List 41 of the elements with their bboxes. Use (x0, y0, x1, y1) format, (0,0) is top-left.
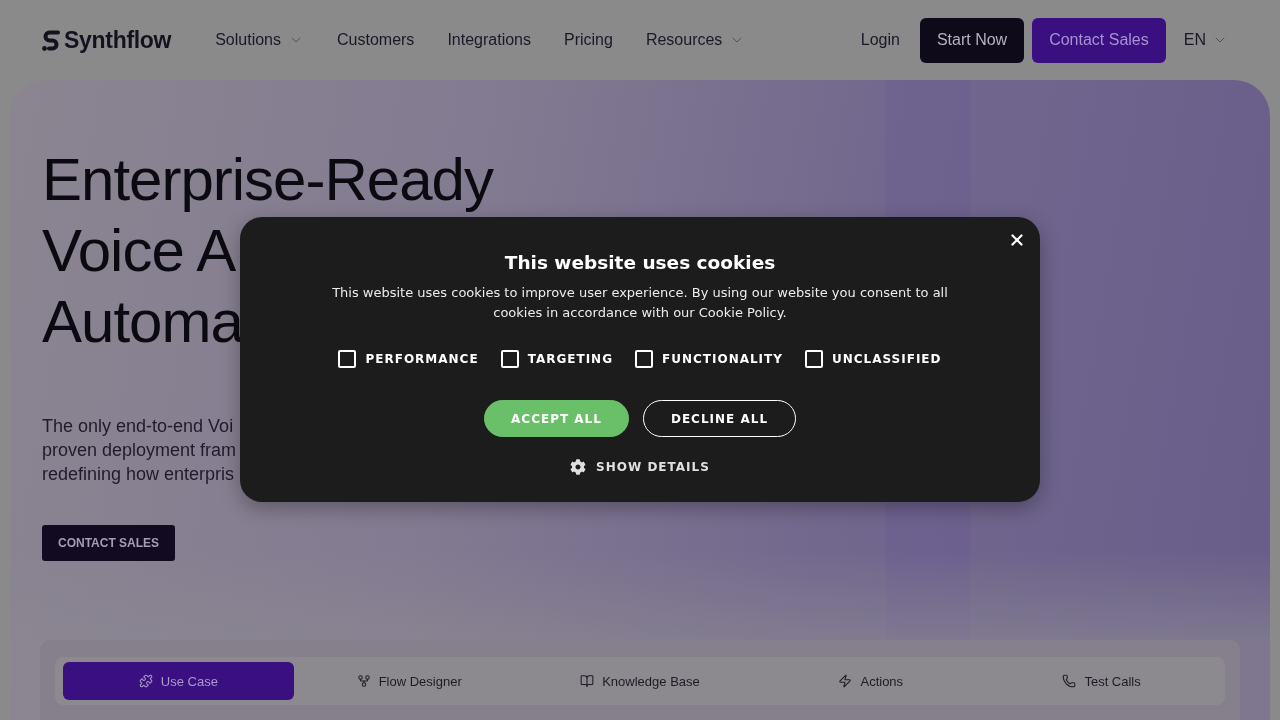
cookie-notice-text: This website uses cookies to improve user experience. By using our website you consent to all cookies in accordance with our Cookie Policy. (331, 284, 949, 322)
nav-link[interactable]: Resources (645, 31, 746, 49)
book-icon (580, 674, 595, 688)
language-selector[interactable]: EN (1183, 31, 1228, 49)
phone-icon (1062, 674, 1077, 688)
nav-link[interactable]: Customers (337, 31, 415, 49)
checkbox-label[interactable]: TARGETING (527, 352, 613, 366)
feature-tab[interactable]: Test Calls (986, 662, 1217, 700)
contact-sales-button[interactable]: CONTACT SALES (42, 525, 176, 561)
checkbox[interactable] (338, 350, 357, 368)
nav-link[interactable]: Solutions (215, 31, 304, 49)
dialog-title: This website uses cookies (504, 251, 776, 275)
checkbox[interactable] (635, 350, 653, 368)
heading-text: Voice A (42, 216, 236, 286)
feature-tab[interactable]: Use Case (63, 662, 294, 700)
description-text: proven deployment fram (42, 439, 237, 462)
branch-icon (356, 674, 371, 688)
checkbox-label[interactable]: PERFORMANCE (365, 352, 479, 366)
description-text: redefining how enterpris (42, 463, 235, 486)
description-text: The only end-to-end Voi (42, 415, 234, 438)
lightning-icon (838, 674, 853, 688)
checkbox-label[interactable]: FUNCTIONALITY (662, 352, 783, 366)
feature-tab[interactable]: Flow Designer (293, 662, 525, 700)
nav-link[interactable]: Integrations (447, 31, 531, 49)
feature-tab[interactable]: Actions (755, 662, 987, 700)
nav-link[interactable]: Pricing (564, 31, 613, 49)
logo-icon (42, 29, 60, 51)
settings-icon (570, 459, 587, 475)
show-details-button[interactable]: SHOW DETAILS (570, 459, 710, 475)
close-icon (1008, 231, 1026, 249)
logo-text[interactable]: Synthflow (64, 26, 172, 54)
puzzle-icon (138, 674, 153, 688)
heading-text: Automa (42, 287, 243, 357)
login-link[interactable]: Login (860, 31, 900, 49)
checkbox[interactable] (804, 350, 823, 368)
start-now-button[interactable]: Start Now (919, 17, 1025, 63)
checkbox-label[interactable]: UNCLASSIFIED (831, 352, 942, 366)
feature-tab[interactable]: Knowledge Base (524, 662, 756, 700)
heading-text: Enterprise-Ready (42, 145, 493, 215)
contact-sales-button[interactable]: Contact Sales (1032, 17, 1166, 63)
checkbox[interactable] (500, 350, 519, 368)
